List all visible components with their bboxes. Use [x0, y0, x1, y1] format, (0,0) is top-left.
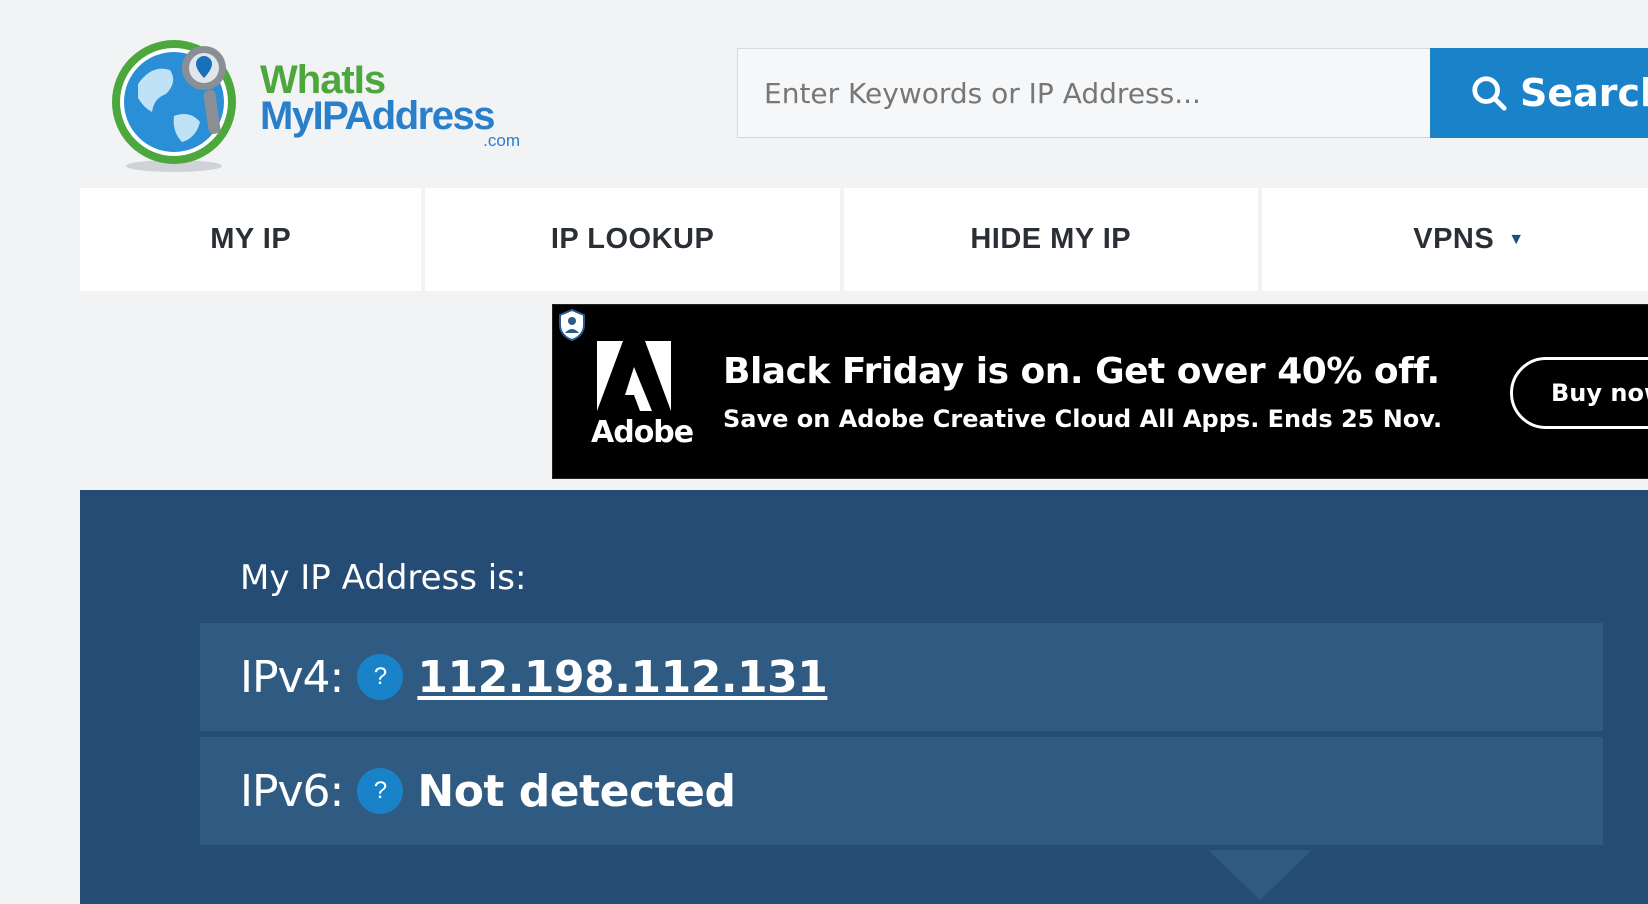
- ad-subline: Save on Adobe Creative Cloud All Apps. E…: [723, 405, 1443, 433]
- panel-pointer: [1208, 850, 1312, 900]
- search-input[interactable]: [737, 48, 1431, 138]
- ad-shield-icon[interactable]: [557, 308, 587, 342]
- ipv6-label: IPv6:: [240, 765, 344, 817]
- adobe-wordmark: Adobe: [591, 415, 694, 450]
- page: WhatIs MyIPAddress .com Search MY IP IP …: [0, 0, 1648, 904]
- nav-item-vpns[interactable]: VPNS ▼: [1261, 188, 1648, 291]
- main-nav: MY IP IP LOOKUP HIDE MY IP VPNS ▼: [80, 188, 1648, 291]
- ad-headline: Black Friday is on. Get over 40% off.: [723, 351, 1440, 392]
- nav-item-label: HIDE MY IP: [970, 223, 1132, 255]
- site-logo[interactable]: WhatIs MyIPAddress .com: [108, 34, 528, 184]
- logo-line-2: MyIPAddress: [260, 94, 495, 138]
- ipv6-value: Not detected: [417, 765, 736, 817]
- nav-item-label: IP LOOKUP: [550, 223, 715, 255]
- ipv4-label: IPv4:: [240, 651, 344, 703]
- ipv6-row: IPv6: ? Not detected: [200, 737, 1603, 845]
- ip-panel: My IP Address is: IPv4: ? 112.198.112.13…: [80, 490, 1648, 904]
- ipv4-address-link[interactable]: 112.198.112.131: [417, 652, 828, 703]
- ad-buy-now-button[interactable]: Buy now: [1510, 357, 1648, 429]
- adobe-mark-icon: [597, 341, 671, 411]
- search-button[interactable]: Search: [1430, 48, 1648, 138]
- ipv4-row: IPv4: ? 112.198.112.131: [200, 623, 1603, 731]
- caret-down-icon: ▼: [1508, 230, 1525, 248]
- nav-item-label: VPNS: [1413, 223, 1495, 255]
- nav-item-ip-lookup[interactable]: IP LOOKUP: [425, 188, 840, 291]
- nav-item-label: MY IP: [210, 223, 292, 255]
- search-icon: [1472, 76, 1507, 111]
- search-button-label: Search: [1520, 71, 1648, 115]
- logo-wordmark: WhatIs MyIPAddress .com: [260, 60, 520, 149]
- ip-heading: My IP Address is:: [240, 558, 527, 598]
- nav-item-my-ip[interactable]: MY IP: [80, 188, 422, 291]
- ad-banner[interactable]: Adobe Black Friday is on. Get over 40% o…: [552, 304, 1648, 479]
- ipv6-help-icon[interactable]: ?: [357, 768, 404, 814]
- globe-magnifier-icon: [112, 40, 236, 172]
- ipv4-help-icon[interactable]: ?: [357, 654, 404, 700]
- adobe-logo: Adobe: [591, 341, 694, 450]
- nav-item-hide-my-ip[interactable]: HIDE MY IP: [843, 188, 1258, 291]
